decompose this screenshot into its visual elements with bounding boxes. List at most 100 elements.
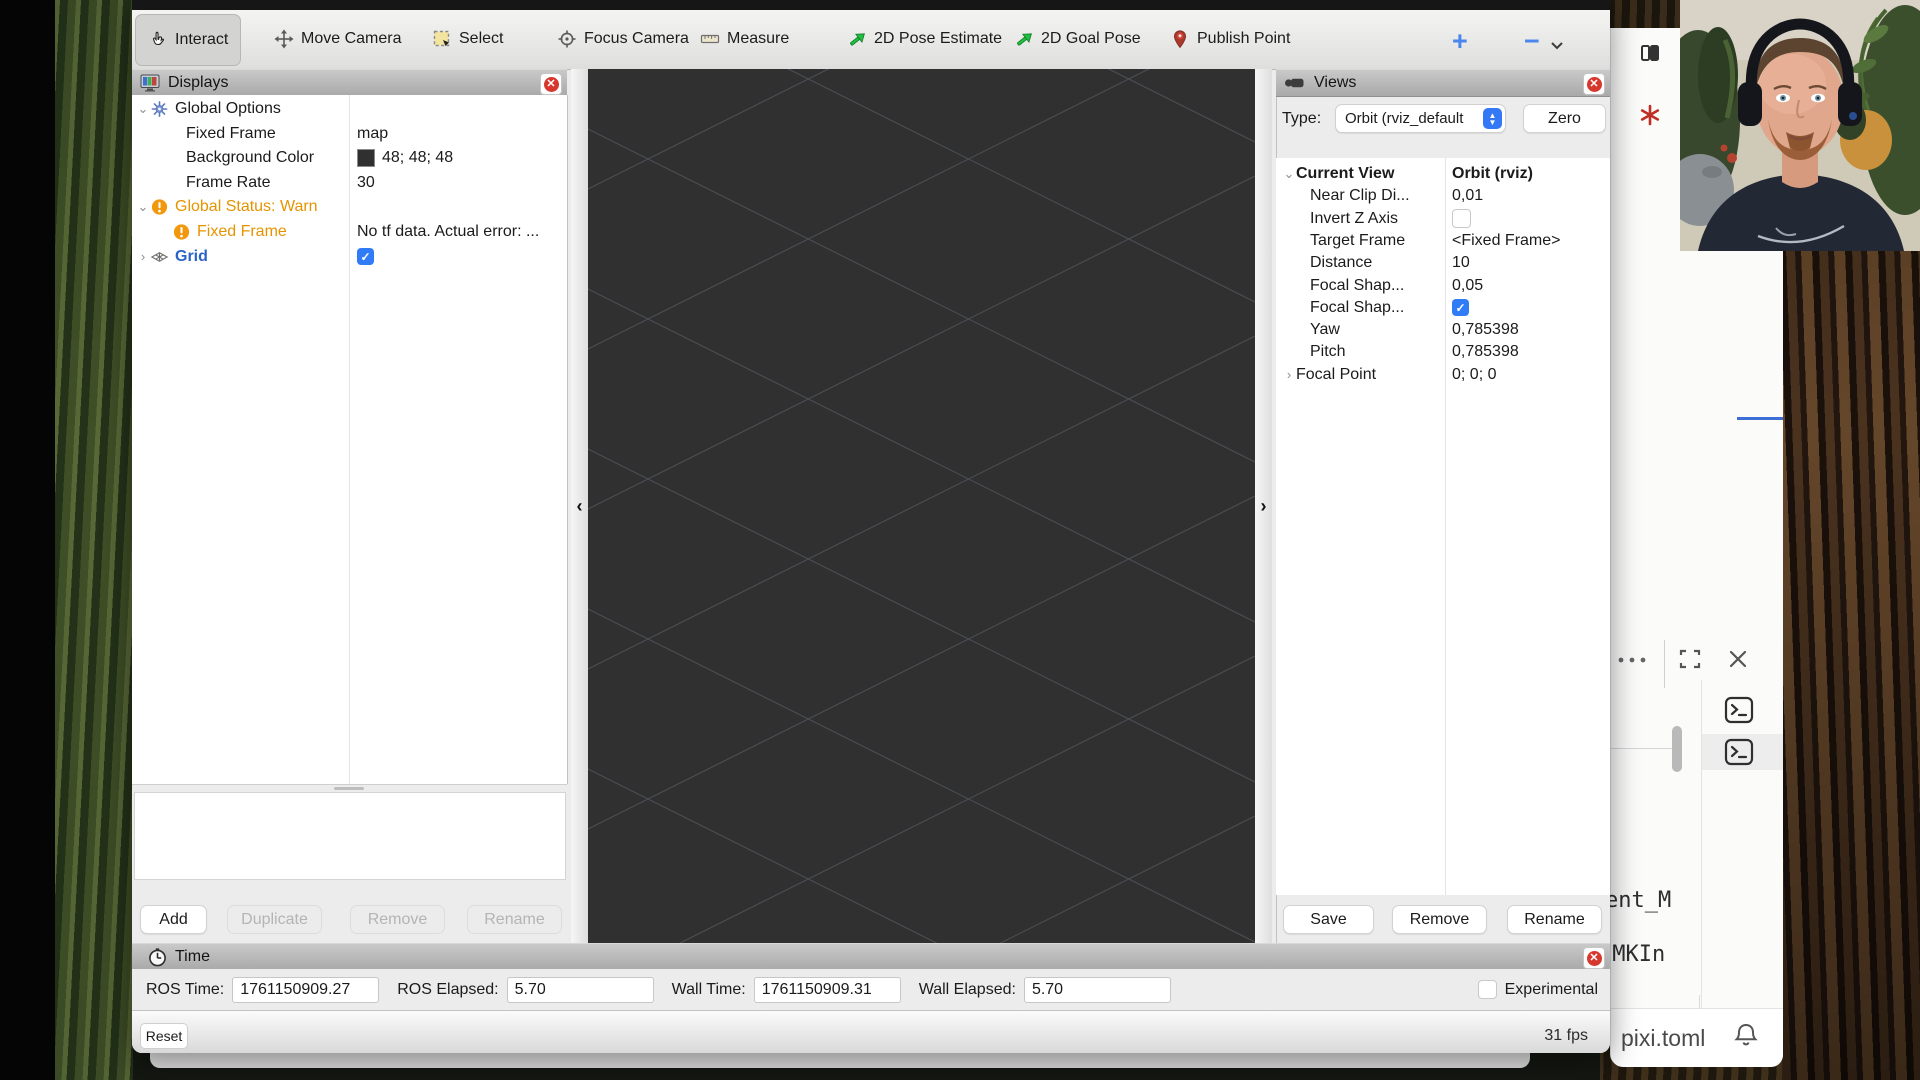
reset-button[interactable]: Reset — [140, 1023, 188, 1049]
expander-down-icon[interactable]: ⌄ — [136, 101, 150, 117]
time-panel-title: Time — [175, 948, 210, 966]
rename-display-button[interactable]: Rename — [467, 905, 562, 934]
time-field-input[interactable]: 5.70 — [1024, 977, 1171, 1003]
displays-row-fixed-frame[interactable]: Fixed Frame — [136, 122, 346, 146]
expander-right-icon[interactable]: › — [136, 249, 150, 264]
save-view-button[interactable]: Save — [1283, 905, 1374, 934]
displays-row-background-color[interactable]: Background Color — [136, 146, 346, 170]
row-value[interactable]: 48; 48; 48 — [357, 146, 453, 170]
views-close-button[interactable]: ✕ — [1583, 73, 1605, 95]
splitter[interactable] — [132, 784, 567, 791]
tool-measure[interactable]: Measure — [688, 14, 801, 64]
time-field-input[interactable]: 1761150909.27 — [232, 977, 379, 1003]
more-options-icon[interactable] — [1613, 648, 1653, 677]
move-camera-icon — [274, 29, 294, 49]
displays-row-fixed-frame[interactable]: Fixed Frame — [136, 220, 346, 244]
remove-view-button[interactable]: Remove — [1392, 905, 1487, 934]
tool-publish-point[interactable]: Publish Point — [1158, 14, 1302, 64]
views-panel-header[interactable]: Views ✕ — [1276, 69, 1610, 97]
views-row-target-frame[interactable]: Target Frame — [1282, 230, 1442, 252]
experimental-checkbox-group[interactable]: Experimental — [1478, 980, 1610, 999]
views-row-focal-shap-[interactable]: Focal Shap... — [1282, 275, 1442, 297]
row-value[interactable]: No tf data. Actual error: ... — [357, 220, 539, 244]
interact-icon — [148, 30, 168, 50]
row-label: Target Frame — [1310, 232, 1405, 250]
add-display-button[interactable]: Add — [140, 905, 207, 934]
bell-icon[interactable] — [1733, 1021, 1759, 1054]
checkbox[interactable]: ✓ — [1452, 299, 1469, 316]
time-field-label: ROS Time: — [146, 981, 224, 999]
tool-interact[interactable]: Interact — [135, 14, 241, 66]
row-value[interactable]: 10 — [1452, 252, 1470, 274]
row-value[interactable]: 0,785398 — [1452, 341, 1519, 363]
collapse-right-handle[interactable]: › — [1255, 69, 1272, 943]
view-type-select[interactable]: Orbit (rviz_default ▲▼ — [1335, 104, 1506, 133]
views-row-invert-z-axis[interactable]: Invert Z Axis — [1282, 208, 1442, 230]
displays-row-grid[interactable]: ›Grid — [136, 245, 346, 269]
row-value[interactable]: 0,01 — [1452, 185, 1483, 207]
file-tab-label[interactable]: pixi.toml — [1621, 1025, 1705, 1052]
column-divider[interactable] — [1445, 158, 1446, 895]
zero-button[interactable]: Zero — [1523, 104, 1606, 133]
displays-close-button[interactable]: ✕ — [540, 73, 562, 95]
time-panel-header[interactable]: Time ✕ — [132, 943, 1610, 971]
close-icon[interactable] — [1725, 646, 1751, 677]
expander-down-icon[interactable]: ⌄ — [136, 199, 150, 215]
checkbox[interactable]: ✓ — [357, 248, 374, 265]
focus-camera-icon — [557, 29, 577, 49]
displays-row-frame-rate[interactable]: Frame Rate — [136, 171, 346, 195]
terminal-icon[interactable] — [1724, 696, 1754, 729]
row-value[interactable]: 0; 0; 0 — [1452, 364, 1496, 386]
measure-icon — [700, 29, 720, 49]
displays-row-global-options[interactable]: ⌄Global Options — [136, 97, 346, 121]
tool-move-camera[interactable]: Move Camera — [262, 14, 413, 64]
duplicate-display-button[interactable]: Duplicate — [227, 905, 322, 934]
row-value[interactable]: Orbit (rviz) — [1452, 163, 1533, 185]
displays-panel-header[interactable]: Displays ✕ — [132, 69, 567, 97]
row-value[interactable] — [1452, 208, 1471, 230]
expand-icon[interactable] — [1677, 646, 1703, 677]
remove-display-button[interactable]: Remove — [350, 905, 445, 934]
add-tool-button[interactable]: + — [1452, 26, 1468, 57]
expander-right-icon[interactable]: › — [1282, 367, 1296, 382]
row-label: Background Color — [186, 149, 314, 167]
columns-icon[interactable] — [1639, 42, 1661, 69]
expander-down-icon[interactable]: ⌄ — [1282, 166, 1296, 182]
tool-select[interactable]: Select — [420, 14, 515, 64]
column-divider[interactable] — [349, 95, 350, 784]
views-row-focal-shap-[interactable]: Focal Shap... — [1282, 297, 1442, 319]
time-field-input[interactable]: 1761150909.31 — [754, 977, 901, 1003]
time-close-button[interactable]: ✕ — [1583, 947, 1605, 969]
status-bar: Reset 31 fps — [132, 1010, 1610, 1053]
tool-pose-estimate[interactable]: 2D Pose Estimate — [835, 14, 1014, 64]
views-row-focal-point[interactable]: ›Focal Point — [1282, 364, 1442, 386]
time-field-input[interactable]: 5.70 — [507, 977, 654, 1003]
row-value[interactable]: ✓ — [1452, 297, 1469, 319]
row-value[interactable]: ✓ — [357, 245, 374, 269]
row-value[interactable]: 0,785398 — [1452, 319, 1519, 341]
collapse-left-handle[interactable]: ‹ — [571, 69, 588, 943]
row-value[interactable]: map — [357, 122, 388, 146]
views-row-distance[interactable]: Distance — [1282, 252, 1442, 274]
remove-tool-button[interactable]: − — [1524, 26, 1540, 57]
row-value[interactable]: 0,05 — [1452, 275, 1483, 297]
chevron-down-icon[interactable] — [1550, 38, 1564, 56]
terminal-icon[interactable] — [1724, 738, 1754, 771]
wallpaper-forest — [55, 0, 133, 1080]
displays-row-global-status-warn[interactable]: ⌄Global Status: Warn — [136, 195, 346, 219]
views-row-yaw[interactable]: Yaw — [1282, 319, 1442, 341]
rename-view-button[interactable]: Rename — [1507, 905, 1602, 934]
warning-icon — [172, 223, 191, 242]
checkbox[interactable] — [1452, 209, 1471, 228]
tool-label: 2D Goal Pose — [1041, 30, 1141, 48]
scrollbar-thumb[interactable] — [1672, 726, 1682, 772]
tool-focus-camera[interactable]: Focus Camera — [545, 14, 701, 64]
row-value[interactable]: <Fixed Frame> — [1452, 230, 1560, 252]
views-row-near-clip-di-[interactable]: Near Clip Di... — [1282, 185, 1442, 207]
views-row-current-view[interactable]: ⌄Current View — [1282, 163, 1442, 185]
experimental-checkbox[interactable] — [1478, 980, 1497, 999]
3d-viewport[interactable] — [588, 69, 1255, 943]
tool-goal-pose[interactable]: 2D Goal Pose — [1002, 14, 1153, 64]
views-row-pitch[interactable]: Pitch — [1282, 341, 1442, 363]
row-value[interactable]: 30 — [357, 171, 375, 195]
